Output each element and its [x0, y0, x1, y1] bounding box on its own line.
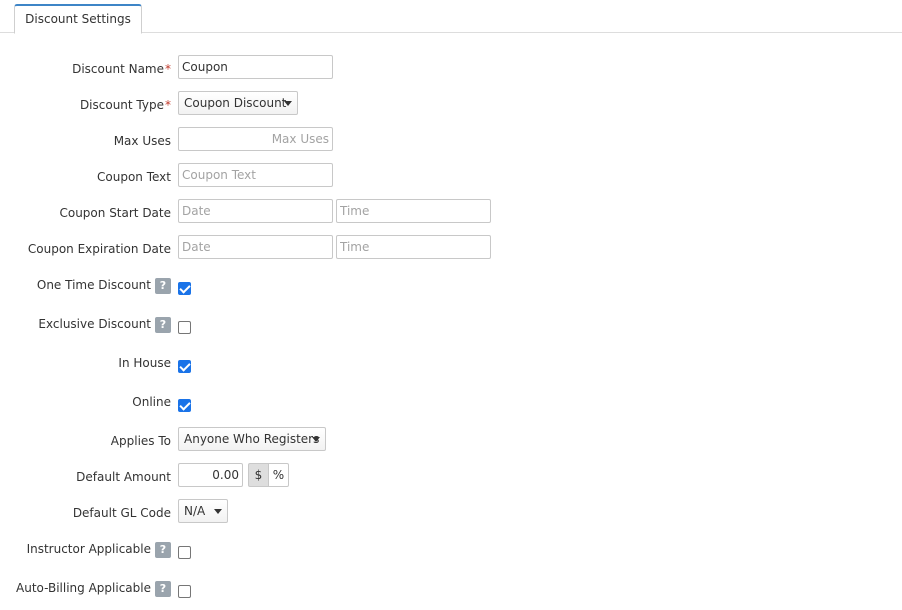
- default-amount-label: Default Amount: [76, 470, 171, 484]
- discount-type-select[interactable]: Coupon Discount: [178, 91, 298, 115]
- default-amount-row: Default Amount $ %: [0, 463, 902, 487]
- default-amount-input[interactable]: [178, 463, 243, 487]
- online-checkbox[interactable]: [178, 399, 191, 412]
- in-house-row: In House: [0, 355, 902, 375]
- in-house-label: In House: [118, 356, 171, 370]
- online-label: Online: [132, 395, 171, 409]
- dollar-unit-button[interactable]: $: [248, 463, 269, 487]
- default-gl-code-label: Default GL Code: [72, 506, 171, 520]
- instructor-applicable-checkbox[interactable]: [178, 546, 191, 559]
- coupon-expiration-time-input[interactable]: [336, 235, 491, 259]
- discount-name-row: Discount Name*: [0, 55, 902, 79]
- coupon-expiration-date-input[interactable]: [178, 235, 333, 259]
- discount-name-label: Discount Name*: [72, 62, 171, 76]
- applies-to-label: Applies To: [110, 434, 171, 448]
- required-mark: *: [165, 98, 171, 112]
- help-icon[interactable]: ?: [155, 317, 171, 333]
- discount-type-label: Discount Type*: [79, 98, 171, 112]
- auto-billing-applicable-label: Auto-Billing Applicable: [16, 581, 151, 595]
- exclusive-discount-row: Exclusive Discount ?: [0, 316, 902, 336]
- exclusive-discount-checkbox[interactable]: [178, 321, 191, 334]
- discount-name-input[interactable]: [178, 55, 333, 79]
- applies-to-row: Applies To Anyone Who Registers: [0, 427, 902, 451]
- auto-billing-applicable-row: Auto-Billing Applicable ?: [0, 580, 902, 600]
- help-icon[interactable]: ?: [155, 542, 171, 558]
- max-uses-row: Max Uses: [0, 127, 902, 151]
- coupon-start-time-input[interactable]: [336, 199, 491, 223]
- caret-down-icon: [312, 437, 320, 442]
- instructor-applicable-row: Instructor Applicable ?: [0, 541, 902, 561]
- one-time-discount-row: One Time Discount ?: [0, 277, 902, 297]
- coupon-text-row: Coupon Text: [0, 163, 902, 187]
- applies-to-select[interactable]: Anyone Who Registers: [178, 427, 326, 451]
- coupon-expiration-date-row: Coupon Expiration Date: [0, 235, 902, 259]
- discount-settings-form: Discount Name* Discount Type* Coupon Dis…: [0, 0, 902, 610]
- discount-type-value: Coupon Discount: [184, 96, 287, 110]
- online-row: Online: [0, 394, 902, 414]
- coupon-start-date-row: Coupon Start Date: [0, 199, 902, 223]
- caret-down-icon: [214, 509, 222, 514]
- required-mark: *: [165, 62, 171, 76]
- in-house-checkbox[interactable]: [178, 360, 191, 373]
- default-gl-code-select[interactable]: N/A: [178, 499, 228, 523]
- help-icon[interactable]: ?: [155, 278, 171, 294]
- auto-billing-applicable-checkbox[interactable]: [178, 585, 191, 598]
- one-time-discount-checkbox[interactable]: [178, 282, 191, 295]
- applies-to-value: Anyone Who Registers: [184, 432, 320, 446]
- coupon-start-date-input[interactable]: [178, 199, 333, 223]
- coupon-start-date-label: Coupon Start Date: [59, 206, 171, 220]
- default-gl-code-row: Default GL Code N/A: [0, 499, 902, 523]
- instructor-applicable-label: Instructor Applicable: [26, 542, 151, 556]
- one-time-discount-label: One Time Discount: [36, 278, 151, 292]
- max-uses-label: Max Uses: [113, 134, 171, 148]
- coupon-text-label: Coupon Text: [97, 170, 171, 184]
- discount-type-row: Discount Type* Coupon Discount: [0, 91, 902, 115]
- coupon-text-input[interactable]: [178, 163, 333, 187]
- percent-unit-button[interactable]: %: [268, 463, 289, 487]
- coupon-expiration-date-label: Coupon Expiration Date: [27, 242, 171, 256]
- default-gl-code-value: N/A: [184, 504, 206, 518]
- caret-down-icon: [284, 101, 292, 106]
- exclusive-discount-label: Exclusive Discount: [38, 317, 151, 331]
- max-uses-input[interactable]: [178, 127, 333, 151]
- help-icon[interactable]: ?: [155, 581, 171, 597]
